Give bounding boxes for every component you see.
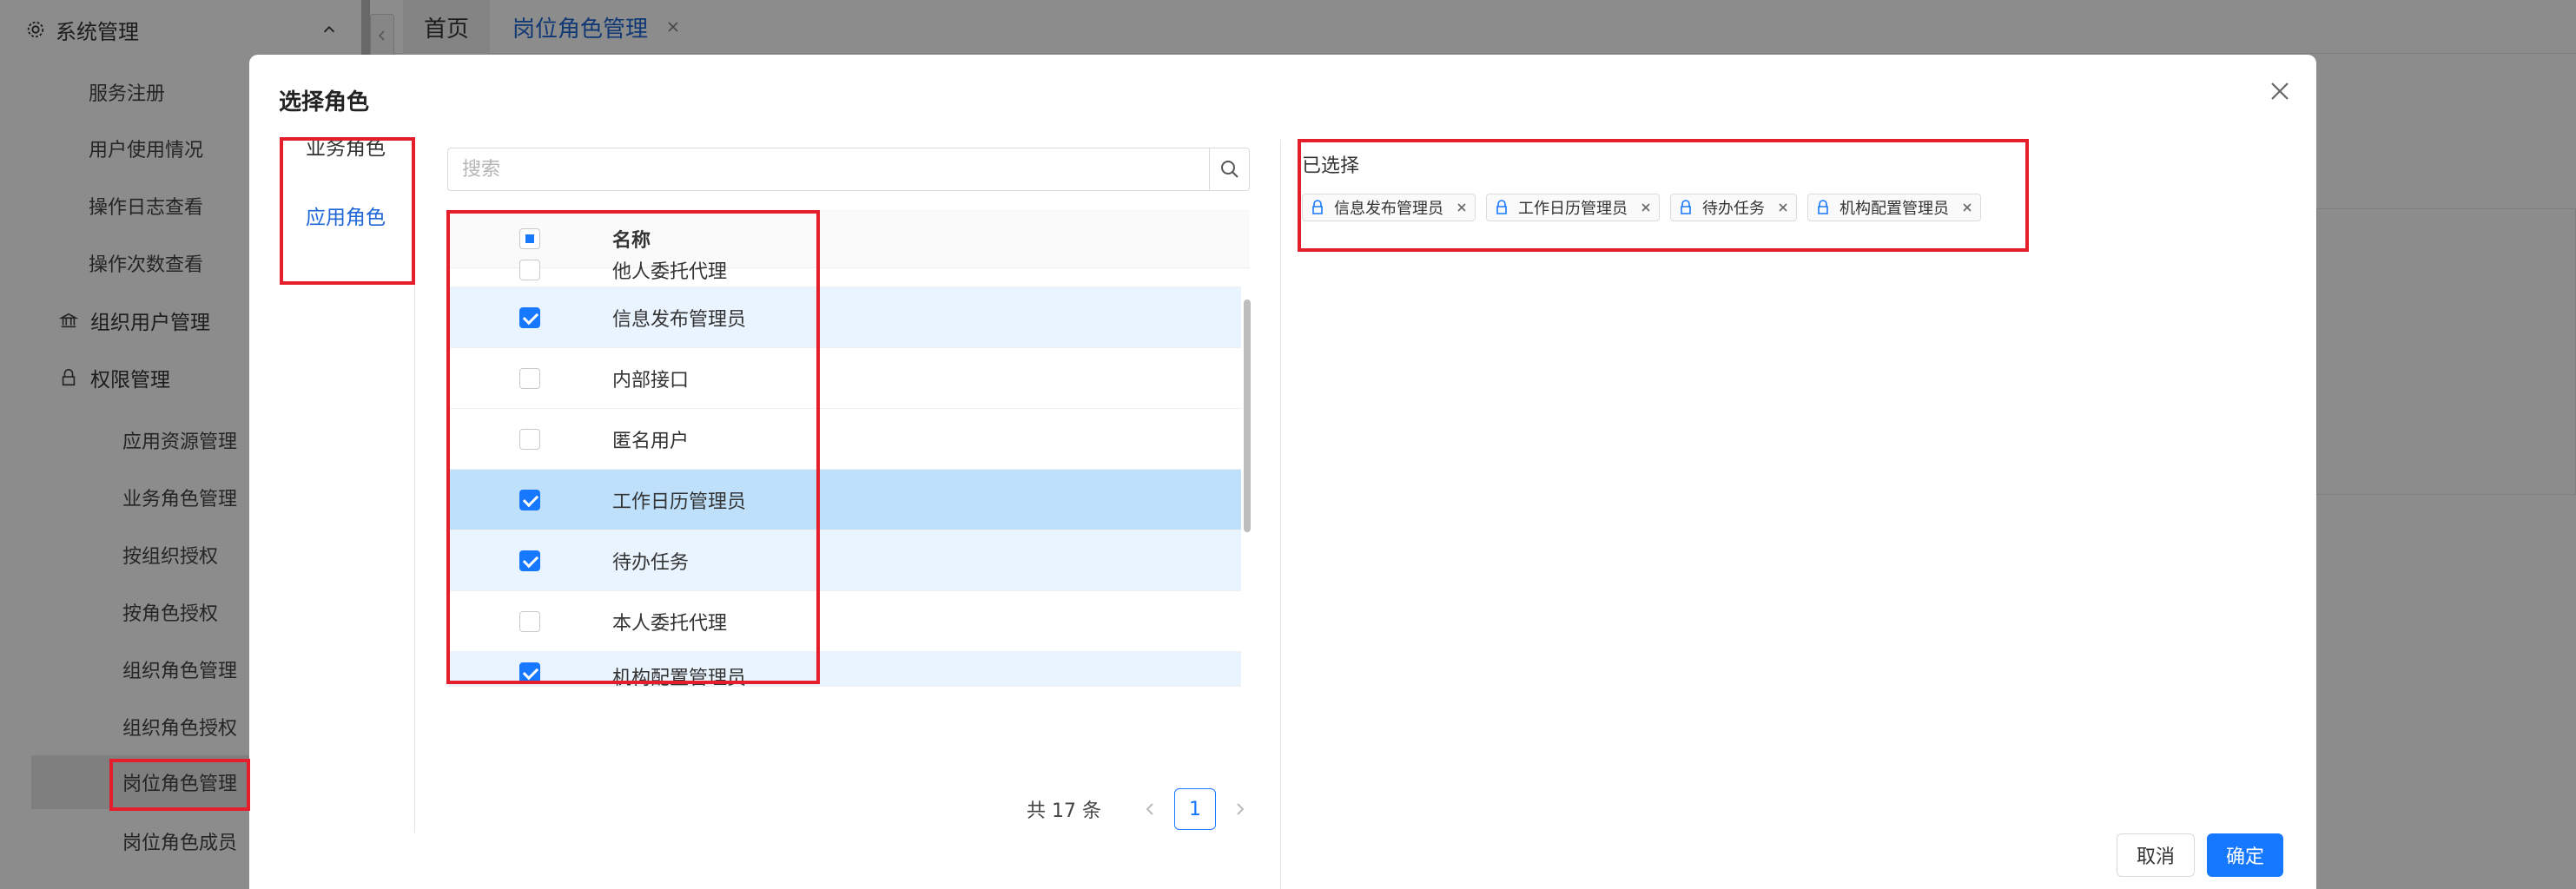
row-checkbox[interactable] bbox=[519, 550, 540, 571]
row-checkbox[interactable] bbox=[519, 428, 540, 450]
nav-business-role[interactable]: 业务角色 bbox=[281, 131, 411, 161]
selected-chip: 信息发布管理员 bbox=[1302, 194, 1476, 221]
close-icon[interactable] bbox=[2268, 79, 2292, 103]
table-scrollbar[interactable] bbox=[1244, 300, 1251, 532]
chip-label: 工作日历管理员 bbox=[1518, 200, 1628, 218]
pagination-total: 共 17 条 bbox=[1027, 800, 1101, 822]
divider bbox=[414, 140, 415, 833]
chip-label: 信息发布管理员 bbox=[1334, 200, 1443, 218]
chip-close-icon[interactable] bbox=[1961, 201, 1973, 214]
user-icon bbox=[1818, 200, 1828, 214]
row-checkbox[interactable] bbox=[519, 489, 540, 510]
row-checkbox[interactable] bbox=[519, 306, 540, 328]
row-name: 工作日历管理员 bbox=[612, 491, 747, 513]
chip-label: 机构配置管理员 bbox=[1840, 200, 1949, 218]
dialog-title: 选择角色 bbox=[279, 89, 370, 115]
chip-close-icon[interactable] bbox=[1777, 201, 1789, 214]
divider bbox=[1280, 140, 1281, 889]
search-box bbox=[447, 148, 1250, 191]
select-all-checkbox[interactable] bbox=[519, 227, 540, 249]
selected-chips: 信息发布管理员 工作日历管理员 待办任务 机构配置管理员 bbox=[1302, 194, 1991, 221]
column-header-name: 名称 bbox=[612, 229, 651, 252]
pagination: 共 17 条 1 bbox=[1027, 788, 1263, 830]
selected-chip: 工作日历管理员 bbox=[1486, 194, 1660, 221]
row-checkbox[interactable] bbox=[519, 662, 540, 683]
row-checkbox[interactable] bbox=[519, 367, 540, 389]
selected-chip: 待办任务 bbox=[1670, 194, 1797, 221]
select-role-dialog: 选择角色 业务角色 应用角色 名称 他人委托代理 信息发布管理员 内部接口 匿名… bbox=[249, 55, 2316, 889]
role-table: 名称 他人委托代理 信息发布管理员 内部接口 匿名用户 工作日历管理员 待办任务 bbox=[447, 209, 1253, 769]
row-checkbox[interactable] bbox=[519, 610, 540, 632]
table-row[interactable]: 匿名用户 bbox=[447, 409, 1241, 470]
row-name: 机构配置管理员 bbox=[612, 668, 747, 689]
selected-title: 已选择 bbox=[1302, 155, 1360, 177]
table-row[interactable]: 本人委托代理 bbox=[447, 591, 1241, 652]
confirm-button[interactable]: 确定 bbox=[2207, 833, 2283, 877]
row-name: 内部接口 bbox=[612, 369, 690, 392]
chip-close-icon[interactable] bbox=[1456, 201, 1468, 214]
row-name: 信息发布管理员 bbox=[612, 308, 747, 331]
row-name: 匿名用户 bbox=[612, 430, 690, 452]
page-button[interactable]: 1 bbox=[1173, 788, 1216, 830]
table-row[interactable]: 工作日历管理员 bbox=[447, 470, 1241, 530]
row-name: 他人委托代理 bbox=[612, 260, 728, 283]
row-name: 待办任务 bbox=[612, 551, 690, 574]
search-icon bbox=[1220, 161, 1238, 178]
table-row[interactable]: 内部接口 bbox=[447, 348, 1241, 409]
nav-application-role[interactable]: 应用角色 bbox=[281, 201, 411, 230]
chip-label: 待办任务 bbox=[1702, 200, 1765, 218]
table-row[interactable]: 他人委托代理 bbox=[447, 253, 1241, 287]
selected-chip: 机构配置管理员 bbox=[1807, 194, 1981, 221]
row-name: 本人委托代理 bbox=[612, 612, 728, 635]
chip-close-icon[interactable] bbox=[1640, 201, 1652, 214]
prev-page-icon[interactable] bbox=[1141, 800, 1160, 819]
table-row[interactable]: 信息发布管理员 bbox=[447, 287, 1241, 348]
user-icon bbox=[1496, 200, 1507, 214]
next-page-icon[interactable] bbox=[1230, 800, 1249, 819]
row-checkbox[interactable] bbox=[519, 259, 540, 280]
cancel-button[interactable]: 取消 bbox=[2117, 833, 2195, 877]
search-button[interactable] bbox=[1209, 148, 1249, 190]
table-row[interactable]: 待办任务 bbox=[447, 530, 1241, 591]
search-input[interactable] bbox=[448, 149, 1209, 189]
selected-panel: 已选择 信息发布管理员 工作日历管理员 待办任务 机构配置管理员 bbox=[1302, 140, 2306, 852]
table-row[interactable]: 机构配置管理员 bbox=[447, 652, 1241, 689]
user-icon bbox=[1681, 200, 1691, 214]
user-icon bbox=[1312, 200, 1323, 214]
